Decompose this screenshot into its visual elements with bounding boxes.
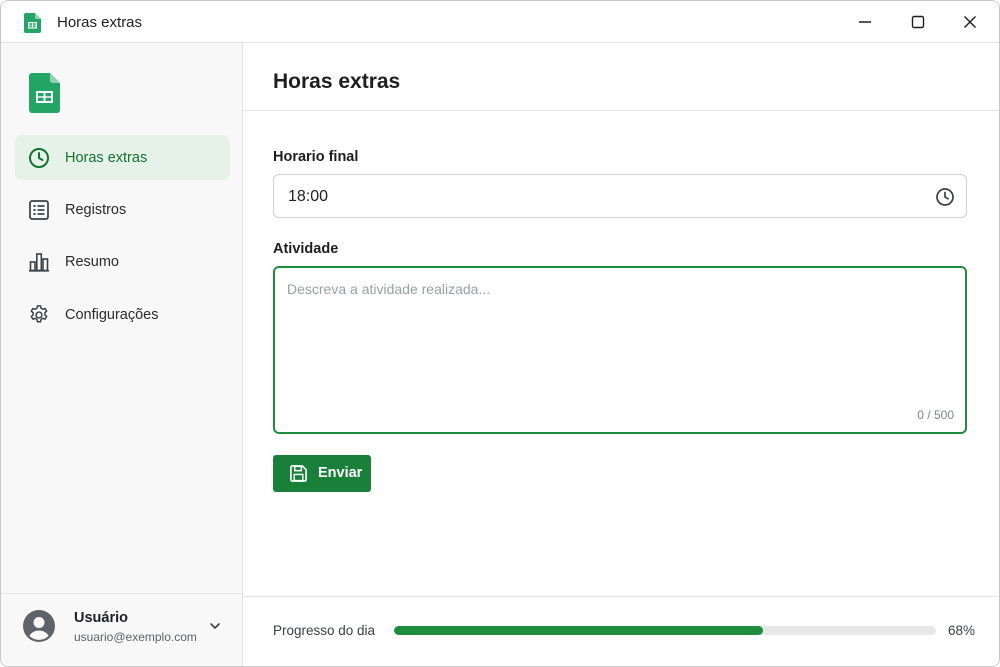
user-name: Usuário <box>74 610 128 626</box>
app-window: Horas extras Horas extras Registros Resu… <box>0 0 1000 667</box>
sidebar-item-label: Configurações <box>65 306 159 323</box>
end-time-field[interactable]: 18:00 <box>273 174 967 218</box>
window-title: Horas extras <box>57 14 143 31</box>
chevron-down-icon[interactable] <box>205 616 225 636</box>
save-icon <box>290 465 307 482</box>
minimize-button[interactable] <box>841 1 889 43</box>
title-bar: Horas extras <box>1 1 999 43</box>
send-button-label: Enviar <box>318 465 363 481</box>
activity-textarea[interactable] <box>275 268 965 432</box>
main-content: Horas extras Horario final 18:00 Ativida… <box>243 43 999 666</box>
character-counter: 0 / 500 <box>917 408 954 422</box>
user-profile[interactable]: Usuário usuario@exemplo.com <box>1 593 242 666</box>
send-button[interactable]: Enviar <box>273 455 371 492</box>
sidebar-item-horas-extras[interactable]: Horas extras <box>15 135 230 180</box>
list-icon <box>28 199 50 221</box>
activity-field: 0 / 500 <box>273 266 967 434</box>
sidebar-item-resumo[interactable]: Resumo <box>15 239 230 284</box>
sidebar-item-registros[interactable]: Registros <box>15 187 230 232</box>
maximize-button[interactable] <box>894 1 942 43</box>
sidebar-item-label: Registros <box>65 201 127 218</box>
gear-icon <box>28 304 50 326</box>
end-time-value[interactable]: 18:00 <box>288 188 328 206</box>
sheets-icon <box>24 13 41 33</box>
progress-track <box>394 626 936 635</box>
clock-icon[interactable] <box>934 186 955 207</box>
maximize-icon <box>911 15 925 29</box>
user-email: usuario@exemplo.com <box>74 630 197 644</box>
close-button[interactable] <box>946 1 994 43</box>
sidebar: Horas extras Registros Resumo Configuraç… <box>1 43 243 666</box>
sidebar-item-label: Resumo <box>65 253 119 270</box>
minimize-icon <box>859 21 871 23</box>
sheets-logo-icon <box>29 73 60 113</box>
progress-fill <box>394 626 763 635</box>
activity-field-label: Atividade <box>273 241 339 257</box>
progress-value: 68% <box>948 623 976 638</box>
progress-label: Progresso do dia <box>273 623 376 638</box>
user-avatar-icon <box>23 610 55 642</box>
sidebar-item-configuracoes[interactable]: Configurações <box>15 292 230 337</box>
sidebar-item-label: Horas extras <box>65 149 148 166</box>
time-field-label: Horario final <box>273 149 359 165</box>
close-icon <box>964 16 976 28</box>
page-header: Horas extras <box>243 43 999 111</box>
page-title: Horas extras <box>273 70 401 93</box>
daily-progress: Progresso do dia 68% <box>243 596 999 666</box>
clock-icon <box>28 147 50 169</box>
bar-chart-icon <box>28 251 50 273</box>
